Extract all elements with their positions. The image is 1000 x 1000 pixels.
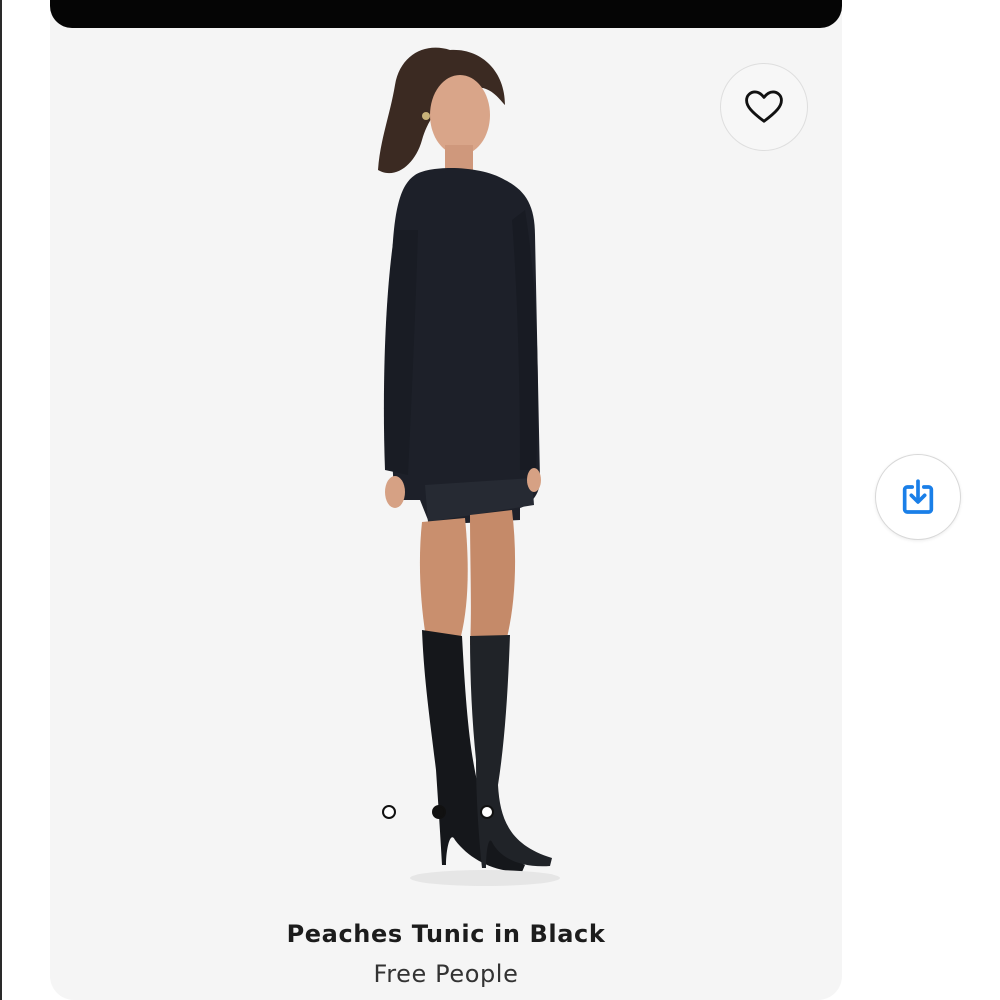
brand-name[interactable]: Free People [50, 960, 842, 988]
carousel-dot[interactable] [382, 805, 396, 819]
product-image[interactable] [300, 30, 600, 900]
carousel-dot[interactable] [480, 805, 494, 819]
window-edge [0, 0, 2, 1000]
favorite-button[interactable] [720, 63, 808, 151]
save-button[interactable] [875, 454, 961, 540]
heart-outline-icon [745, 90, 783, 123]
carousel-dots [380, 803, 500, 823]
download-tray-icon [902, 479, 934, 514]
page: Peaches Tunic in Black Free People [0, 0, 1000, 1000]
carousel-dot-active[interactable] [432, 805, 446, 819]
top-bar [50, 0, 842, 28]
product-title[interactable]: Peaches Tunic in Black [50, 920, 842, 948]
product-card[interactable]: Peaches Tunic in Black Free People [50, 0, 842, 1000]
